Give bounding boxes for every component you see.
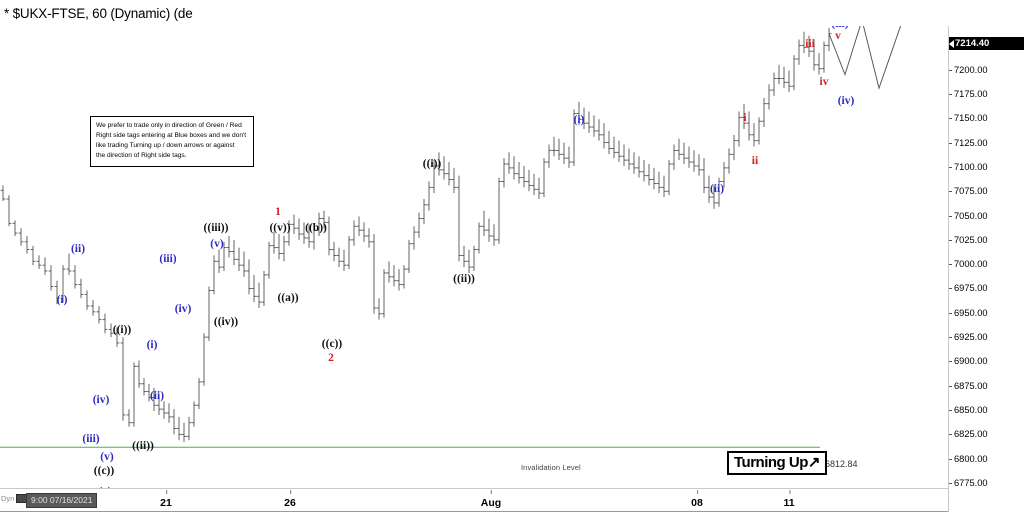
current-time-marker: 9:00 07/16/2021 bbox=[26, 493, 98, 508]
price-tick: 7000.00 bbox=[949, 259, 988, 270]
price-tick: 6875.00 bbox=[949, 380, 988, 391]
price-tick: 6775.00 bbox=[949, 478, 988, 488]
time-tick: 26 bbox=[284, 490, 296, 509]
price-series-canvas bbox=[0, 26, 902, 488]
price-tick: 6975.00 bbox=[949, 283, 988, 294]
chart-header: * $UKX-FTSE, 60 (Dynamic) (de bbox=[0, 0, 1024, 26]
current-price-marker: 7214.40 bbox=[949, 37, 1024, 50]
time-tick: 08 bbox=[691, 490, 703, 509]
turning-up-arrow-icon: ↗ bbox=[807, 454, 821, 471]
price-tick: 6925.00 bbox=[949, 332, 988, 343]
price-tick: 7175.00 bbox=[949, 88, 988, 99]
turning-up-text: Turning Up bbox=[734, 454, 808, 471]
price-tick: 7025.00 bbox=[949, 234, 988, 245]
time-tick: Aug bbox=[480, 490, 502, 509]
price-tick: 6850.00 bbox=[949, 405, 988, 416]
invalidation-level-label: Invalidation Level bbox=[521, 463, 581, 472]
time-tick: 21 bbox=[160, 490, 172, 509]
time-tick: 11 bbox=[783, 490, 795, 509]
note-line-2: Right side tags entering at Blue boxes a… bbox=[96, 132, 247, 140]
price-tick: 6825.00 bbox=[949, 429, 988, 440]
chart-application: * $UKX-FTSE, 60 (Dynamic) (de Elliott Wa… bbox=[0, 0, 1024, 512]
trading-note-box: We prefer to trade only in direction of … bbox=[90, 116, 254, 168]
price-axis[interactable]: 7260.44 ▦ 7250.007225.007200.007175.0071… bbox=[948, 0, 1024, 512]
note-line-3: like trading Turning up / down arrows or… bbox=[96, 142, 235, 150]
price-tick: 7100.00 bbox=[949, 161, 988, 172]
note-line-4: the direction of Right side tags. bbox=[96, 152, 187, 160]
price-tick: 7125.00 bbox=[949, 137, 988, 148]
dynamic-mode-control[interactable]: Dyn bbox=[1, 494, 28, 503]
price-tick: 6900.00 bbox=[949, 356, 988, 367]
time-axis[interactable]: Dyn 9:00 07/16/2021 21 26 Aug 08 11 bbox=[0, 488, 948, 512]
price-tick: 7075.00 bbox=[949, 186, 988, 197]
note-line-1: We prefer to trade only in direction of … bbox=[96, 122, 242, 129]
invalidation-level-value: 6812.84 bbox=[825, 459, 858, 469]
price-tick: 7200.00 bbox=[949, 64, 988, 75]
price-tick: 6800.00 bbox=[949, 453, 988, 464]
price-tick: 7050.00 bbox=[949, 210, 988, 221]
price-tick: 6950.00 bbox=[949, 307, 988, 318]
price-tick: 7150.00 bbox=[949, 113, 988, 124]
turning-up-badge[interactable]: Turning Up↗ bbox=[727, 451, 827, 476]
dynamic-mode-label: Dyn bbox=[1, 494, 15, 503]
chart-plot-area[interactable]: We prefer to trade only in direction of … bbox=[0, 26, 948, 488]
chart-title: * $UKX-FTSE, 60 (Dynamic) (de bbox=[4, 5, 193, 21]
